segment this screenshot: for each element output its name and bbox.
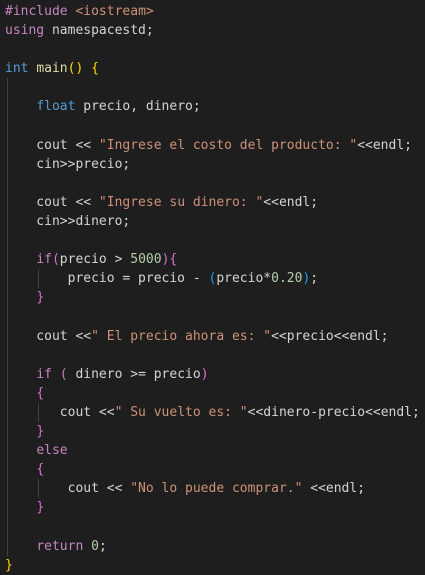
code-line-25: {	[0, 460, 425, 480]
code-line-9: cin>>precio;	[0, 154, 425, 174]
code-line-24: else	[0, 441, 425, 461]
code-line-16: }	[0, 288, 425, 308]
code-line-17	[0, 307, 425, 327]
code-line-11: cout << "Ingrese su dinero: "<<endl;	[0, 192, 425, 213]
code-line-30: }	[5, 557, 13, 573]
code-line-6: float precio, dinero;	[0, 97, 425, 117]
code-line-12: cin>>dinero;	[0, 212, 425, 232]
code-line-4: int main() {	[5, 61, 99, 77]
code-editor[interactable]: #include <iostream> using namespacestd; …	[0, 0, 425, 573]
include-header: <iostream>	[75, 4, 154, 19]
code-line-1: #include <iostream>	[0, 2, 425, 21]
code-line-15: precio = precio - (precio*0.20);	[0, 269, 425, 289]
code-line-28	[0, 517, 425, 537]
code-line-27: }	[0, 498, 425, 518]
code-line-18: cout <<" El precio ahora es: "<<precio<<…	[0, 326, 425, 346]
code-line-23: }	[0, 422, 425, 442]
namespace-text: namespacestd;	[51, 23, 154, 39]
code-line-22: cout <<" Su vuelto es: "<<dinero-precio<…	[0, 402, 425, 423]
code-line-19	[0, 345, 425, 365]
code-line-10	[0, 173, 425, 193]
code-line-26: cout << "No lo puede comprar." <<endl;	[0, 479, 425, 499]
using-keyword: using	[5, 23, 45, 39]
code-line-20: if ( dinero >= precio)	[0, 364, 425, 384]
code-line-8: cout << "Ingrese el costo del producto: …	[0, 135, 425, 155]
code-line-14: if(precio > 5000){	[0, 250, 425, 270]
indent-guide	[7, 78, 8, 98]
code-line-13	[0, 231, 425, 251]
include-directive: #include	[5, 4, 68, 19]
code-line-2: using namespacestd;	[0, 21, 425, 40]
code-line-21: {	[0, 383, 425, 403]
code-line-7	[0, 116, 425, 136]
code-line-29: return 0;	[0, 536, 425, 556]
code-line-5	[0, 78, 425, 98]
